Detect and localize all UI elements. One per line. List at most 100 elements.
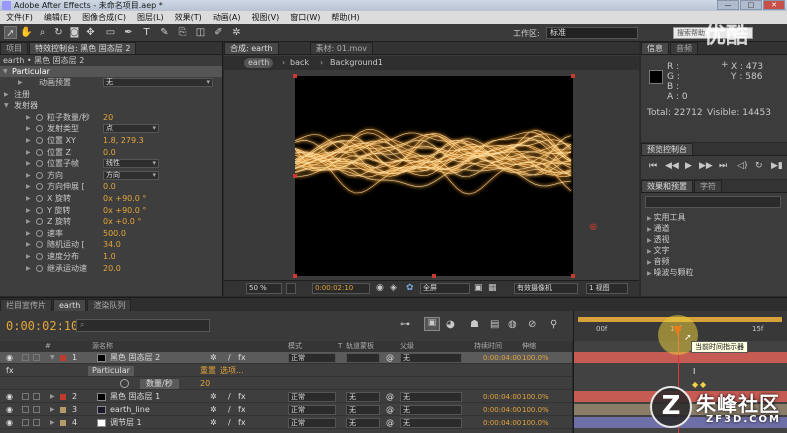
layer-duration[interactable]: 0:00:04:00 [483,404,521,416]
audio-icon[interactable]: ◁) [737,161,747,171]
label-color-swatch[interactable] [60,407,66,413]
graph-editor-icon[interactable]: ⊘ [528,319,536,330]
timecode-display[interactable]: 0:00:02:10 [312,283,370,294]
effect-property-row[interactable]: ▶ 粒子数量/秒 20 [0,112,222,123]
canvas-corner-handle[interactable] [293,274,297,278]
property-value[interactable]: 0x +90.0 ° [103,205,146,216]
layer-row[interactable]: ◉ ▶ 3 earth_line ✲ / fx 正常无 @ 无 0:00:04:00 100.0% [0,404,572,416]
menu-layer[interactable]: 图层(L) [137,12,164,23]
canvas-corner-handle[interactable] [571,274,575,278]
effects-category-item[interactable]: ▶ 实用工具 [647,212,686,223]
track-matte-select[interactable]: 无 [346,405,380,415]
effect-property-row[interactable]: ▶ 动画预置 无 [0,77,222,88]
lock-toggle[interactable] [33,406,40,413]
layer-duration[interactable]: 0:00:04:00 [483,391,521,403]
pen-tool-icon[interactable]: ✒ [122,26,135,39]
minimize-button[interactable]: — [717,0,739,10]
expand-triangle-icon[interactable]: ▶ [26,228,31,239]
effect-header-row[interactable]: ▼ Particular [0,66,222,77]
stopwatch-icon[interactable] [120,379,129,388]
expand-triangle-icon[interactable]: ▶ [4,89,9,100]
tab-timeline-promo[interactable]: 栏目宣传片 [0,299,52,311]
stopwatch-icon[interactable] [36,218,43,226]
tab-info[interactable]: 信息 [641,42,669,54]
effect-property-row[interactable]: ▶ 方向伸展 [0.0 [0,181,222,192]
solo-toggle[interactable] [22,354,29,361]
property-value[interactable]: 0.0 [103,147,116,158]
emitter-position-icon[interactable]: ⊕ [589,222,597,233]
composition-canvas[interactable] [293,74,575,278]
collapse-transform-icon[interactable]: ✲ [210,391,217,403]
expand-triangle-icon[interactable]: ▶ [26,135,31,146]
layer-row[interactable]: ◉ ▼ 1 黑色 固态层 2 ✲ / fx 正常 @ 无 0:00:04:00 100.0% [0,352,572,364]
property-value[interactable]: 20.0 [103,263,121,274]
expand-triangle-icon[interactable]: ▶ [26,251,31,262]
lock-toggle[interactable] [33,354,40,361]
prev-frame-icon[interactable]: ◀◀ [665,161,679,171]
stopwatch-icon[interactable] [36,229,43,237]
camera-select[interactable]: 有效摄像机 [514,283,578,294]
play-icon[interactable]: ▶ [685,161,692,171]
clone-tool-icon[interactable]: ⎘ [176,26,189,39]
composition-viewer[interactable]: ⊕ [224,70,639,280]
property-dropdown[interactable]: 线性 [103,159,159,169]
track-matte-select[interactable] [346,353,380,363]
menu-edit[interactable]: 编辑(E) [44,12,71,23]
menu-help[interactable]: 帮助(H) [331,12,359,23]
eraser-tool-icon[interactable]: ◫ [194,26,207,39]
effect-property-row[interactable]: ▶ 位置 Z 0.0 [0,147,222,158]
parent-select[interactable]: 无 [400,392,462,402]
pickwhip-icon[interactable]: @ [386,352,394,364]
track-matte-select[interactable]: 无 [346,392,380,402]
first-frame-icon[interactable]: ⏮ [649,161,657,171]
camera-tool-icon[interactable]: ◙ [68,26,81,39]
expand-triangle-icon[interactable]: ▶ [26,181,31,192]
stopwatch-icon[interactable] [36,264,43,272]
layer-name[interactable]: earth_line [110,404,150,416]
stopwatch-icon[interactable] [36,137,43,144]
last-frame-icon[interactable]: ⏭ [719,161,727,171]
safe-zones-icon[interactable] [286,283,296,294]
fx-icon[interactable]: fx [6,365,14,377]
transparency-grid-icon[interactable]: ▦ [488,283,497,293]
stopwatch-icon[interactable] [36,160,43,168]
lock-toggle[interactable] [33,393,40,400]
parent-select[interactable]: 无 [400,405,462,415]
breadcrumb-background1[interactable]: Background1 [330,56,383,70]
reset-link[interactable]: 重置 [200,365,216,377]
ram-preview-icon[interactable]: ▶▮ [771,161,783,171]
effect-property-row[interactable]: ▶ 发射类型 点 [0,123,222,134]
workspace-select[interactable]: 标准 [546,27,638,39]
layer-stretch[interactable]: 100.0% [522,404,549,416]
layer-name[interactable]: 黑色 固态层 2 [110,352,160,364]
mask-tool-icon[interactable]: ▭ [104,26,117,39]
current-time-indicator-icon[interactable]: ▼ [673,323,682,337]
fx-icon[interactable]: fx [238,391,246,403]
menu-animation[interactable]: 动画(A) [213,12,241,23]
visibility-eye-icon[interactable]: ◉ [6,391,13,403]
property-dropdown[interactable]: 点 [103,124,159,134]
quality-icon[interactable]: / [228,417,231,429]
visibility-eye-icon[interactable]: ◉ [6,404,13,416]
show-snapshot-icon[interactable]: ◈ [390,283,397,293]
effect-property-row[interactable]: ▶ Z 旋转 0x +0.0 ° [0,216,222,227]
effects-category-item[interactable]: ▶ 音频 [647,256,670,267]
next-frame-icon[interactable]: ▶▶ [699,161,713,171]
expand-triangle-icon[interactable]: ▼ [50,352,55,364]
menu-composition[interactable]: 图像合成(C) [82,12,126,23]
layer-name[interactable]: 调节层 1 [110,417,142,429]
menu-file[interactable]: 文件(F) [6,12,33,23]
views-select[interactable]: 1 视图 [586,283,628,294]
effect-property-row[interactable]: ▶ 注册 [0,89,222,100]
stopwatch-icon[interactable] [36,125,43,133]
visibility-eye-icon[interactable]: ◉ [6,417,13,429]
expand-triangle-icon[interactable]: ▶ [50,391,55,403]
stopwatch-icon[interactable] [36,183,43,191]
comp-mini-flowchart-icon[interactable]: ⊶ [400,319,410,330]
brush-tool-icon[interactable]: ✎ [158,26,171,39]
layer-duration-bar[interactable] [574,365,787,376]
puppet-tool-icon[interactable]: ✲ [230,26,243,39]
pickwhip-icon[interactable]: @ [386,404,394,416]
effect-property-row[interactable]: ▶ 速率 500.0 [0,228,222,239]
tab-composition[interactable]: 合成: earth [224,42,279,54]
